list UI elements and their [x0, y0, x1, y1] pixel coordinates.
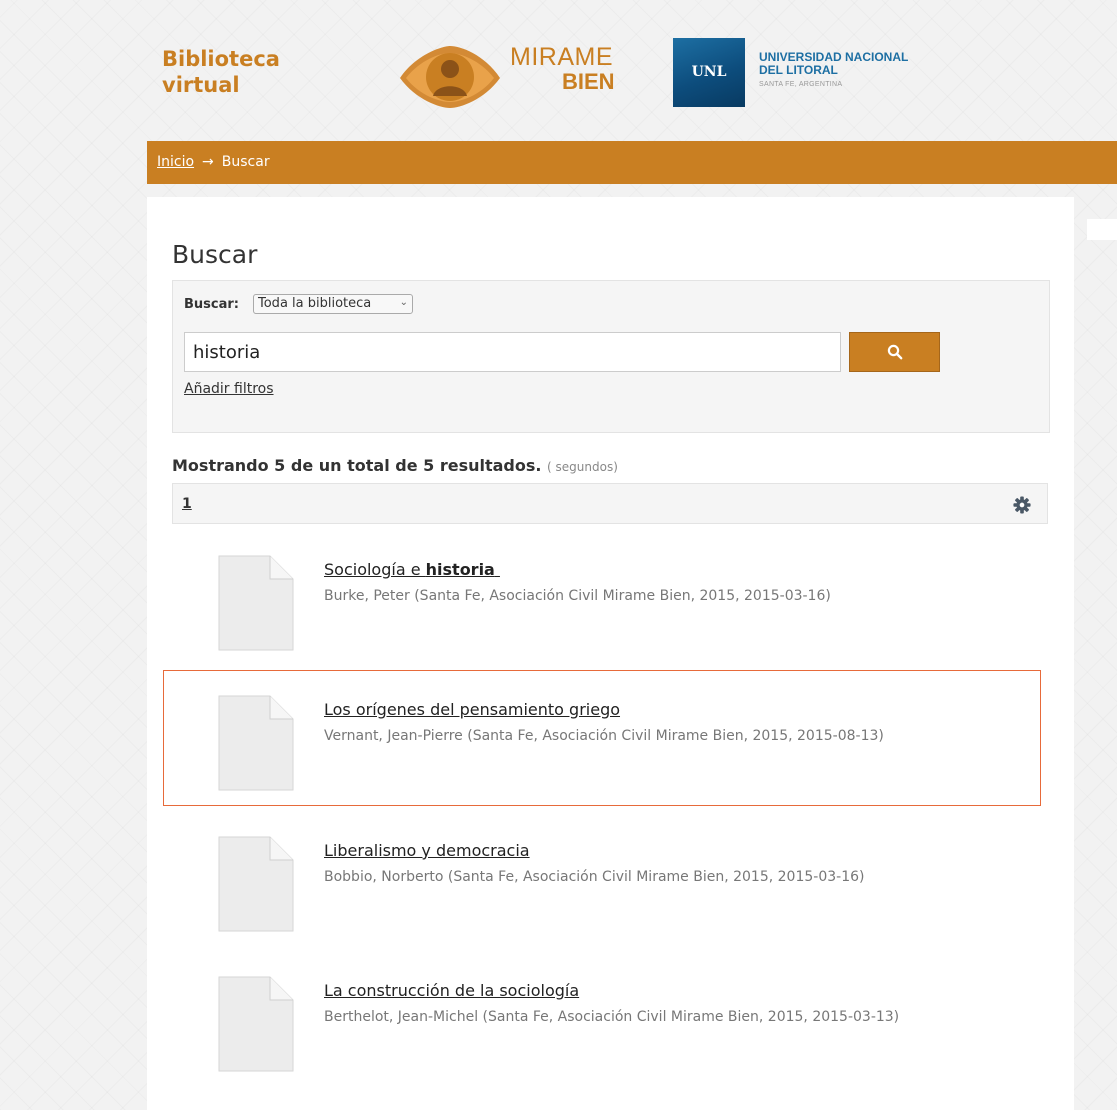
search-scope-select[interactable]: Toda la biblioteca ⌄	[253, 294, 413, 314]
brand-line-1: Biblioteca	[162, 47, 280, 71]
search-input[interactable]	[184, 332, 841, 372]
result-title-link[interactable]: La construcción de la sociología	[324, 981, 579, 1000]
breadcrumb-bar	[147, 141, 1117, 184]
results-summary: Mostrando 5 de un total de 5 resultados.…	[172, 456, 618, 475]
unl-abbr: UNL	[691, 64, 727, 80]
result-title-link[interactable]: Liberalismo y democracia	[324, 841, 530, 860]
document-thumbnail-icon[interactable]	[218, 555, 294, 651]
results-time: ( segundos)	[547, 460, 618, 474]
breadcrumb-separator: →	[202, 154, 214, 170]
search-button[interactable]	[849, 332, 940, 372]
search-icon	[887, 344, 903, 360]
bien-word: BIEN	[562, 69, 615, 94]
document-thumbnail-icon[interactable]	[218, 836, 294, 932]
search-scope-label: Buscar:	[184, 297, 239, 312]
result-title-link[interactable]: Los orígenes del pensamiento griego	[324, 700, 620, 719]
pagination-bar	[172, 483, 1048, 524]
results-count: Mostrando 5 de un total de 5 resultados.	[172, 456, 542, 475]
document-thumbnail-icon[interactable]	[218, 976, 294, 1072]
chevron-down-icon: ⌄	[399, 297, 408, 308]
mirame-word: MIRAME	[510, 43, 613, 71]
result-title-text: Sociología e	[324, 560, 426, 579]
result-title-highlight: historia	[425, 560, 495, 579]
page-title: Buscar	[172, 240, 258, 269]
brand-line-2: virtual	[162, 73, 240, 97]
gear-icon[interactable]	[1013, 496, 1031, 514]
breadcrumb: Inicio → Buscar	[157, 154, 270, 170]
add-filters-link[interactable]: Añadir filtros	[184, 381, 274, 397]
result-meta: Burke, Peter (Santa Fe, Asociación Civil…	[324, 588, 831, 604]
pagination-page-1[interactable]: 1	[182, 496, 192, 512]
result-meta: Bobbio, Norberto (Santa Fe, Asociación C…	[324, 869, 865, 885]
result-title-link[interactable]: Sociología e historia	[324, 560, 500, 579]
unl-logo[interactable]: UNL	[673, 38, 745, 107]
result-meta: Vernant, Jean-Pierre (Santa Fe, Asociaci…	[324, 728, 884, 744]
search-scope-value: Toda la biblioteca	[258, 296, 372, 311]
document-thumbnail-icon[interactable]	[218, 695, 294, 791]
unl-location: SANTA FE, ARGENTINA	[759, 81, 843, 88]
breadcrumb-home-link[interactable]: Inicio	[157, 154, 194, 170]
breadcrumb-current: Buscar	[221, 154, 270, 170]
result-meta: Berthelot, Jean-Michel (Santa Fe, Asocia…	[324, 1009, 900, 1025]
unl-name-line-2: DEL LITORAL	[759, 63, 838, 77]
site-brand[interactable]: Biblioteca virtual	[162, 46, 312, 98]
sidebar-edge	[1087, 219, 1117, 240]
